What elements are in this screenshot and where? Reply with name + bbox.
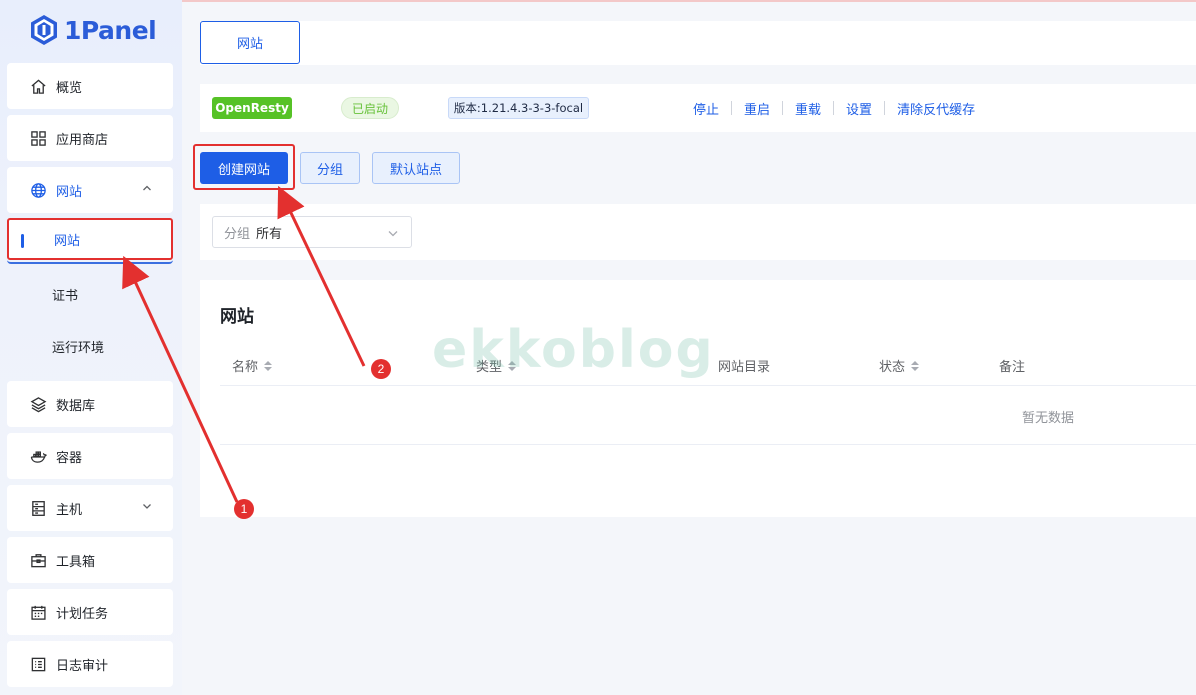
toolbox-icon [29,551,47,569]
sidebar-item-label: 应用商店 [56,132,109,148]
column-label: 网站目录 [718,360,771,375]
table-header-divider [220,385,1196,386]
select-label: 分组 [224,226,251,242]
chevron-down-icon [143,504,151,509]
sidebar-item-label: 工具箱 [56,554,96,570]
empty-state-text: 暂无数据 [1022,411,1075,426]
column-header-directory: 网站目录 [718,356,770,375]
docker-icon [29,447,47,465]
sidebar-item-log-audit[interactable]: 日志审计 [7,641,173,687]
sidebar-item-label: 数据库 [56,398,96,414]
sidebar-item-label: 计划任务 [56,606,109,622]
divider [884,101,886,115]
logo-hex-icon [31,15,57,45]
column-label: 名称 [232,360,259,375]
app-operations: 停止 重启 重载 设置 清除反代缓存 [693,99,975,118]
clear-proxy-cache-link[interactable]: 清除反代缓存 [897,99,975,118]
sidebar-item-label: 日志审计 [56,658,109,674]
sidebar-item-label: 容器 [56,450,83,466]
apps-grid-icon [29,129,47,147]
column-label: 类型 [476,360,503,375]
create-website-button[interactable]: 创建网站 [200,152,288,184]
server-icon [29,499,47,517]
group-button[interactable]: 分组 [300,152,360,184]
sidebar-subitem-label: 运行环境 [52,340,105,356]
globe-icon [29,181,47,199]
chevron-down-icon [388,231,398,237]
stop-link[interactable]: 停止 [693,99,719,118]
version-tag: 版本:1.21.4.3-3-3-focal [448,97,589,119]
sort-icon [264,360,273,371]
column-header-name[interactable]: 名称 [232,356,273,375]
column-header-status[interactable]: 状态 [879,356,920,375]
sidebar-item-database[interactable]: 数据库 [7,381,173,427]
status-badge: 已启动 [341,97,399,119]
sidebar-subitem-certificate[interactable]: 证书 [7,271,173,317]
table-body-divider [220,444,1196,445]
tab-bar [200,21,1196,65]
sort-icon [911,360,920,371]
sidebar-item-container[interactable]: 容器 [7,433,173,479]
column-header-type[interactable]: 类型 [476,356,517,375]
column-label: 备注 [999,360,1026,375]
home-icon [29,77,47,95]
brand-name: 1Panel [64,15,157,45]
sidebar-subitem-label: 网站 [54,233,81,249]
reload-link[interactable]: 重载 [795,99,821,118]
sidebar-item-label: 概览 [56,80,83,96]
sidebar-item-host[interactable]: 主机 [7,485,173,531]
website-table-card [200,280,1196,517]
sidebar-subitem-label: 证书 [52,288,79,304]
sort-icon [508,360,517,371]
brand-logo[interactable]: 1Panel [30,14,157,46]
divider [782,101,784,115]
default-site-button[interactable]: 默认站点 [372,152,460,184]
sidebar-subitem-website[interactable]: 网站 [7,218,173,260]
layers-icon [29,395,47,413]
chevron-up-icon [143,185,151,191]
annotation-badge-2: 2 [371,359,391,379]
sidebar-item-label: 网站 [56,184,83,200]
sidebar-item-toolbox[interactable]: 工具箱 [7,537,173,583]
select-value: 所有 [256,226,283,242]
log-icon [29,655,47,673]
divider [731,101,733,115]
column-label: 状态 [879,360,906,375]
app-name-tag: OpenResty [212,97,292,119]
sidebar-item-cron[interactable]: 计划任务 [7,589,173,635]
settings-link[interactable]: 设置 [846,99,872,118]
annotation-badge-1: 1 [234,499,254,519]
sidebar-item-website[interactable]: 网站 [7,167,173,213]
sidebar-item-overview[interactable]: 概览 [7,63,173,109]
active-indicator [21,234,24,248]
table-title: 网站 [220,307,254,327]
sidebar-item-label: 主机 [56,502,83,518]
sidebar-subitem-runtime[interactable]: 运行环境 [7,323,173,369]
group-select[interactable]: 分组 所有 [212,216,412,248]
divider [833,101,835,115]
sidebar-item-app-store[interactable]: 应用商店 [7,115,173,161]
tab-website[interactable]: 网站 [200,21,300,64]
restart-link[interactable]: 重启 [744,99,770,118]
calendar-icon [29,603,47,621]
column-header-remark: 备注 [999,356,1025,375]
